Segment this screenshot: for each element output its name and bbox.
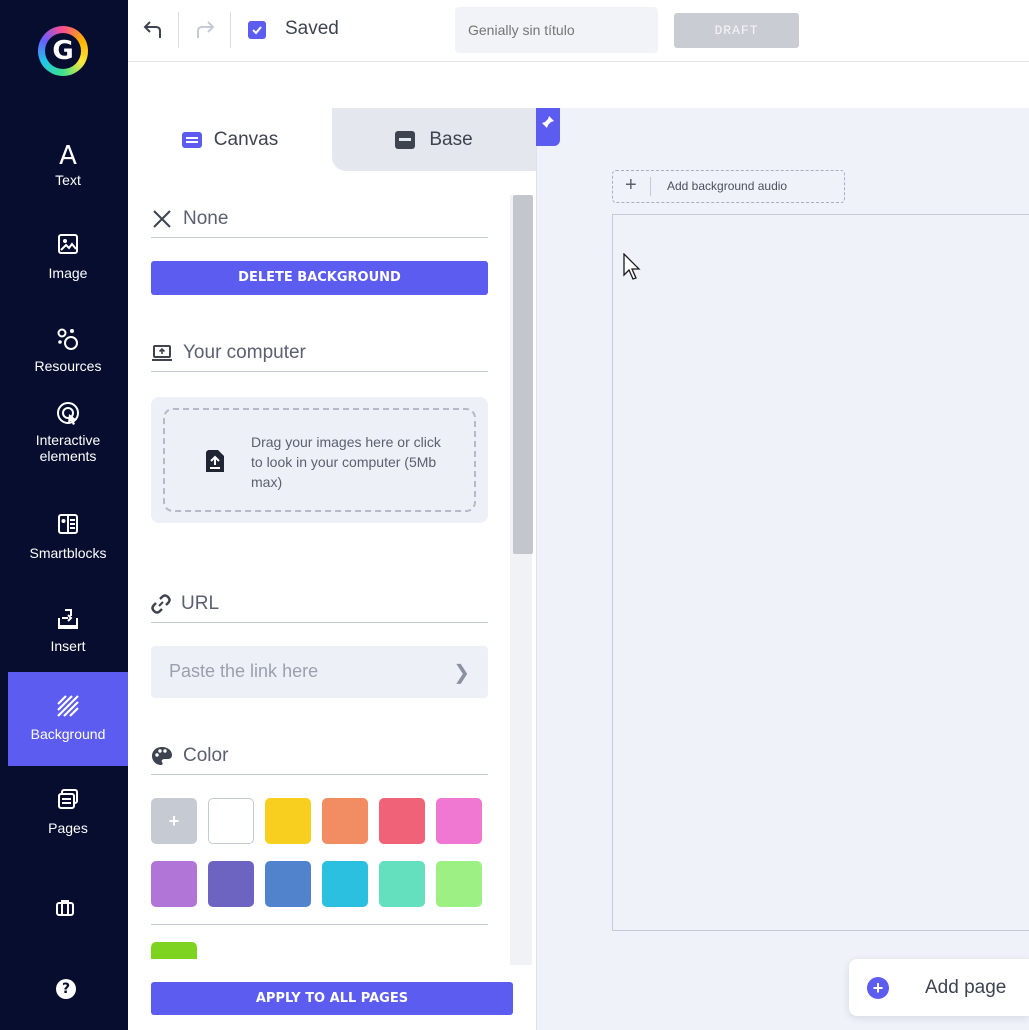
add-page-button[interactable]: + Add page <box>849 959 1029 1016</box>
upload-icon <box>206 450 224 472</box>
sidebar-item-label: Pages <box>48 820 88 836</box>
color-swatch-yellow[interactable] <box>265 798 311 844</box>
briefcase-icon[interactable] <box>55 898 75 923</box>
url-placeholder: Paste the link here <box>169 661 319 681</box>
smartblocks-icon <box>8 513 128 545</box>
sidebar-item-smartblocks[interactable]: Smartblocks <box>8 491 128 585</box>
link-icon <box>151 593 171 614</box>
project-title-input[interactable] <box>455 7 658 53</box>
pages-icon <box>8 788 128 820</box>
panel-scrollbar-thumb[interactable] <box>513 195 533 554</box>
your-computer-label: Your computer <box>183 341 306 363</box>
color-swatch-white[interactable] <box>208 798 254 844</box>
tab-label: Canvas <box>213 128 279 150</box>
tab-label: Base <box>429 128 473 150</box>
sidebar-item-image[interactable]: Image <box>8 211 128 305</box>
pin-icon <box>542 116 554 128</box>
sidebar-item-label: Text <box>55 172 81 188</box>
sidebar-item-pages[interactable]: Pages <box>8 766 128 860</box>
undo-button[interactable] <box>140 14 168 44</box>
none-label: None <box>183 207 229 229</box>
url-label: URL <box>181 592 220 614</box>
sidebar-item-label: Resources <box>34 358 102 374</box>
palette-icon <box>152 746 172 765</box>
color-swatch-purple[interactable] <box>151 861 197 907</box>
resources-icon <box>8 326 128 358</box>
help-icon[interactable]: ? <box>56 979 76 999</box>
draft-button[interactable]: DRAFT <box>674 13 799 48</box>
image-icon <box>8 233 128 265</box>
delete-background-button[interactable]: DELETE BACKGROUND <box>151 261 488 295</box>
sidebar-item-label: Insert <box>50 638 86 654</box>
url-input[interactable]: Paste the link here ❯ <box>151 646 488 698</box>
sidebar-item-insert[interactable]: Insert <box>8 584 128 678</box>
color-swatch-pink[interactable] <box>436 798 482 844</box>
color-swatch-red[interactable] <box>379 798 425 844</box>
saved-check-icon <box>248 21 266 39</box>
color-swatch-green[interactable] <box>151 942 197 959</box>
apply-to-all-pages-button[interactable]: APPLY TO ALL PAGES <box>151 982 513 1015</box>
color-label: Color <box>183 744 229 766</box>
text-icon: A <box>59 141 77 171</box>
logo-g-icon: G <box>52 36 74 66</box>
add-audio-label: Add background audio <box>667 179 788 193</box>
tab-canvas[interactable]: Canvas <box>128 108 332 171</box>
sidebar-item-interactive-elements[interactable]: Interactive elements <box>8 396 128 506</box>
tab-base[interactable]: Base <box>332 108 536 171</box>
sidebar-item-resources[interactable]: Resources <box>8 304 128 398</box>
sidebar-item-text[interactable]: A Text <box>8 118 128 212</box>
add-page-label: Add page <box>925 977 1007 998</box>
add-background-audio-button[interactable]: + Add background audio <box>612 170 845 203</box>
add-color-button[interactable]: + <box>151 798 197 844</box>
chevron-right-icon[interactable]: ❯ <box>453 660 470 685</box>
dropzone-text: Drag your images here or click to look i… <box>251 434 441 490</box>
swatch-divider <box>151 924 488 925</box>
close-icon <box>153 209 171 228</box>
canvas-icon <box>181 131 202 148</box>
redo-icon <box>197 21 215 38</box>
genially-logo[interactable]: G <box>38 26 88 76</box>
background-icon <box>8 694 128 726</box>
color-swatch-blue[interactable] <box>265 861 311 907</box>
left-nav-rail: G A Text Image Resources Interactive ele… <box>0 0 128 1030</box>
color-swatch-orange[interactable] <box>322 798 368 844</box>
color-swatch-indigo[interactable] <box>208 861 254 907</box>
insert-icon <box>8 606 128 638</box>
sidebar-item-label: Interactive elements <box>35 432 101 464</box>
url-section: URL <box>151 585 488 623</box>
image-dropzone[interactable]: Drag your images here or click to look i… <box>151 397 488 523</box>
your-computer-section: Your computer <box>151 334 488 372</box>
saved-status: Saved <box>285 18 339 39</box>
interactive-icon <box>8 400 128 432</box>
background-panel: Canvas Base None DELETE BACKGROUND Your … <box>128 108 536 1030</box>
color-swatch-teal[interactable] <box>379 861 425 907</box>
add-circle-icon: + <box>867 977 889 999</box>
plus-icon: + <box>625 174 637 196</box>
sidebar-item-label: Smartblocks <box>29 545 107 561</box>
pin-panel-button[interactable] <box>536 108 560 146</box>
laptop-icon <box>152 344 172 361</box>
base-icon <box>395 130 416 149</box>
color-section: Color <box>151 737 488 775</box>
color-swatch-light-green[interactable] <box>436 861 482 907</box>
mouse-cursor-icon <box>623 253 641 280</box>
none-option[interactable]: None <box>151 200 488 238</box>
sidebar-item-label: Image <box>48 265 88 281</box>
sidebar-item-background[interactable]: Background <box>8 672 128 766</box>
color-swatch-cyan[interactable] <box>322 861 368 907</box>
sidebar-item-label: Background <box>30 726 106 742</box>
top-toolbar: Saved DRAFT <box>128 0 1029 62</box>
undo-icon <box>143 21 161 38</box>
page-canvas[interactable] <box>612 214 1029 931</box>
redo-button[interactable] <box>190 14 218 44</box>
